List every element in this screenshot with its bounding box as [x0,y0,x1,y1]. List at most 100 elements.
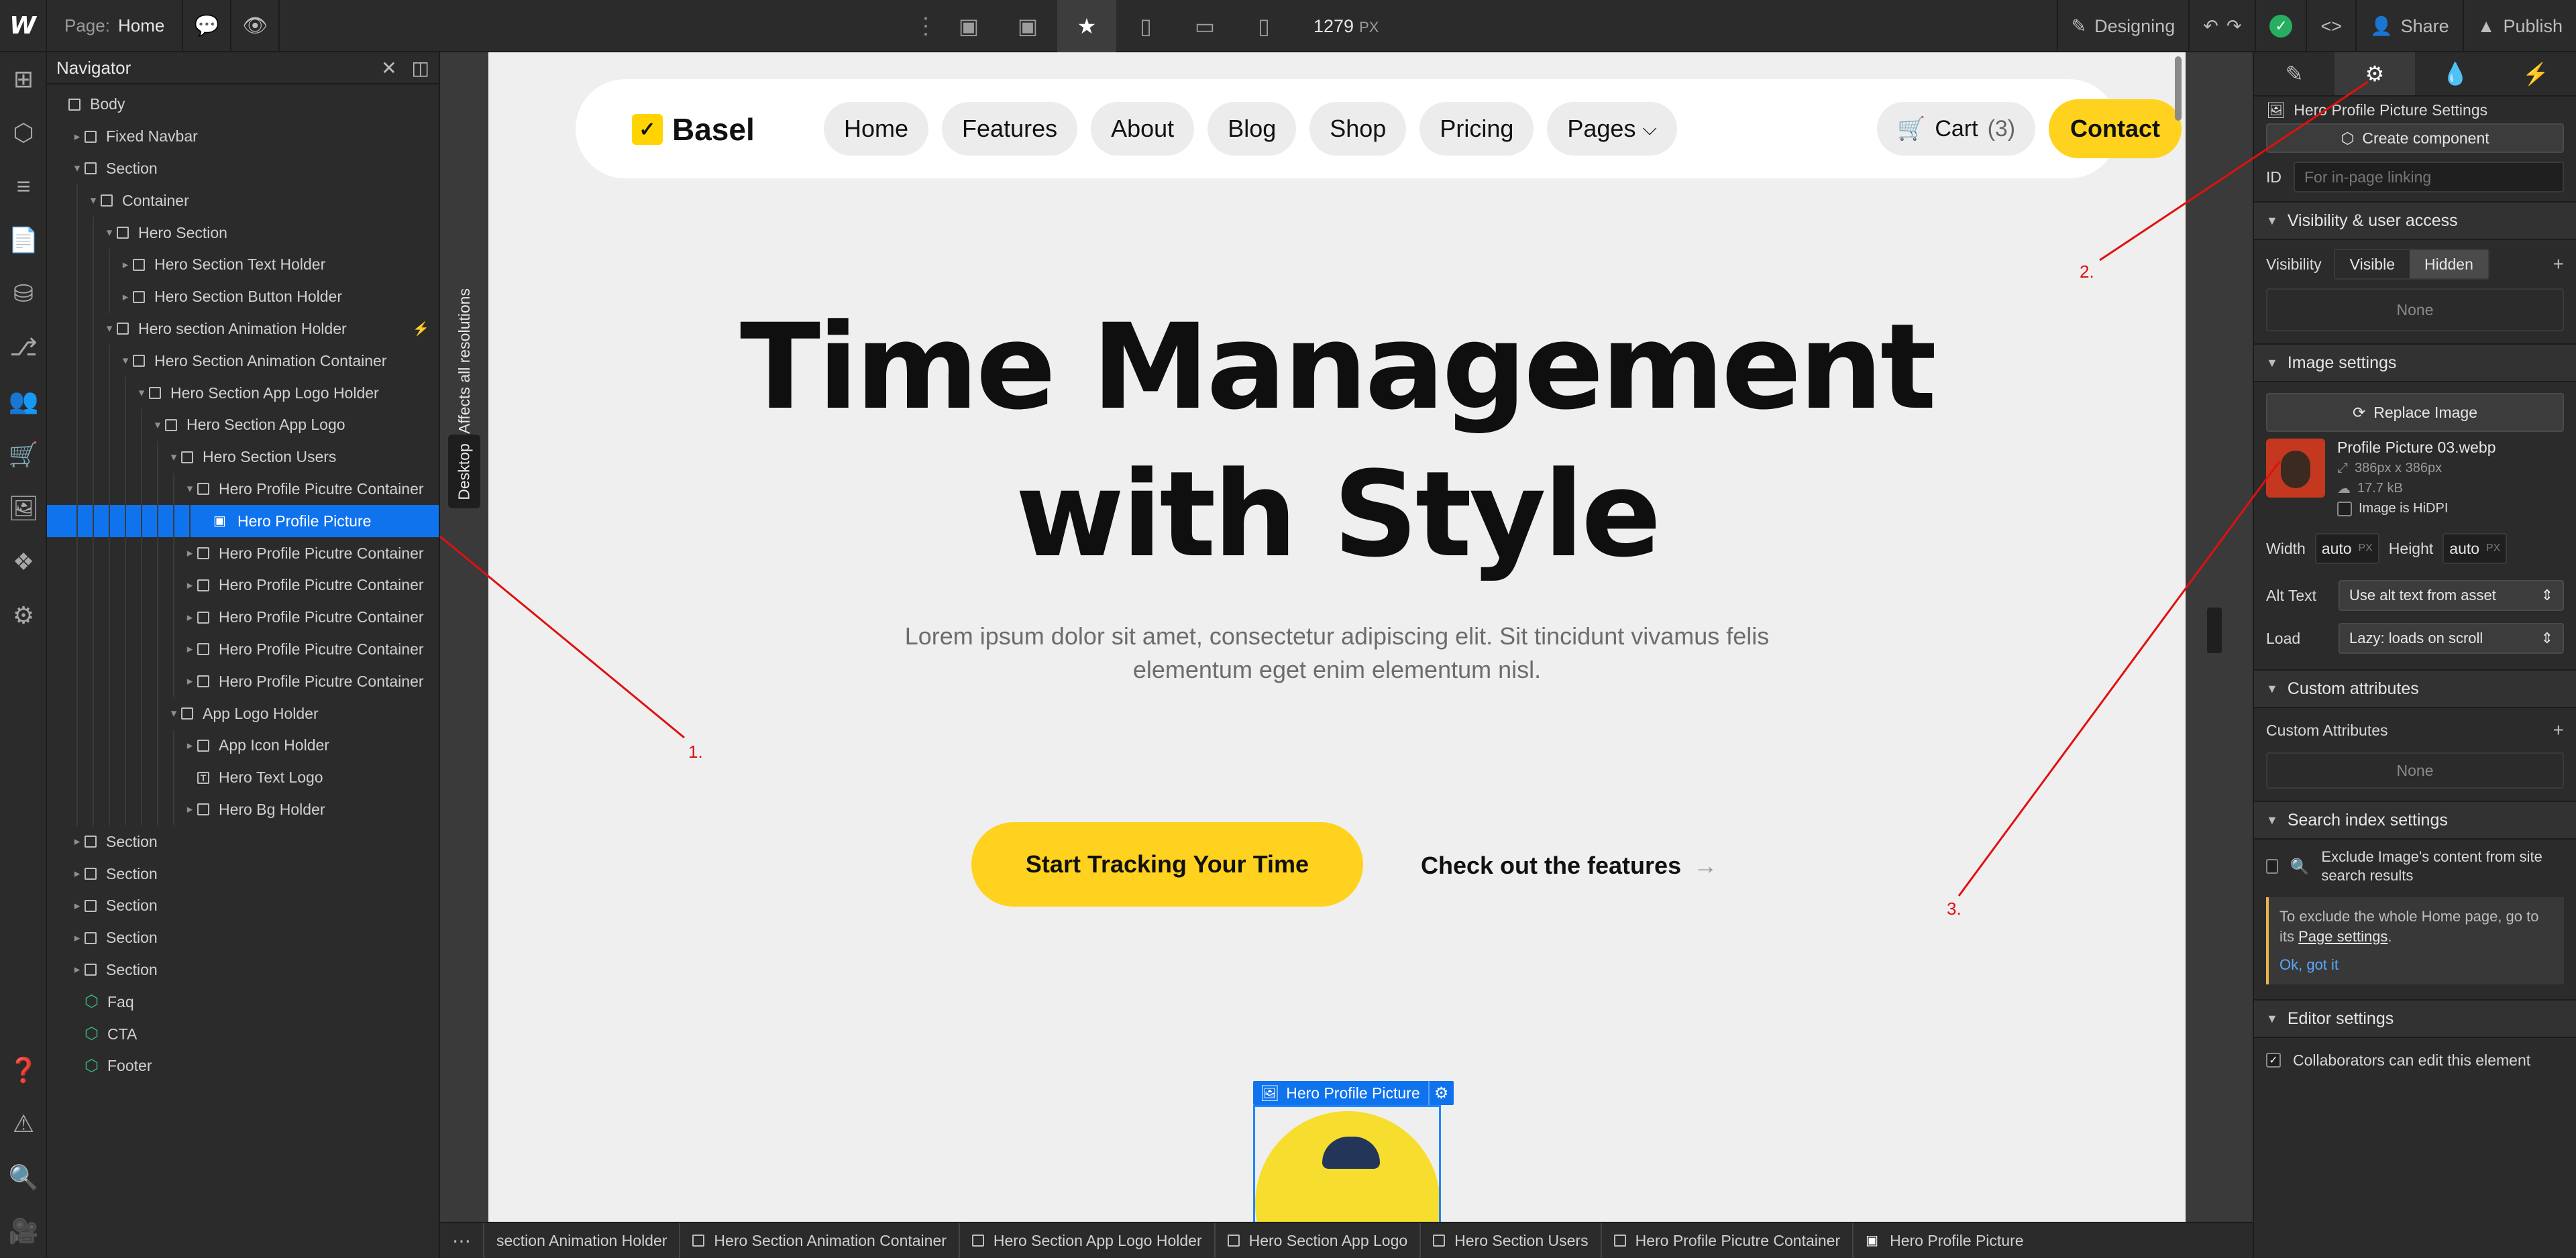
caret-down-icon[interactable]: ▾ [70,162,85,175]
hero-subtitle[interactable]: Lorem ipsum dolor sit amet, consectetur … [904,620,1770,687]
collaborators-checkbox[interactable]: ✓ [2266,1053,2281,1068]
visibility-section-header[interactable]: ▼ Visibility & user access [2254,201,2576,240]
navigator-item[interactable]: ▸ Section [47,890,439,922]
image-thumbnail[interactable] [2266,439,2325,498]
hidden-option[interactable]: Hidden [2410,250,2488,278]
mode-designing[interactable]: ✎ Designing [2056,0,2189,52]
caret-down-icon[interactable]: ▾ [182,482,197,496]
breakpoint-landscape-icon[interactable]: ▭ [1175,0,1234,52]
breakpoint-desktop-icon[interactable]: ★ [1057,0,1116,52]
caret-right-icon[interactable]: ▸ [70,931,85,945]
add-visibility-icon[interactable]: + [2553,253,2564,275]
publish-button[interactable]: ▲ Publish [2462,0,2576,52]
navigator-item[interactable]: ▸ Section [47,825,439,858]
ecommerce-icon[interactable]: 🛒 [0,428,47,481]
navigator-item[interactable]: ▾ Hero Section [47,217,439,249]
caret-right-icon[interactable]: ▸ [118,258,133,272]
navigator-item[interactable]: ▸ Hero Bg Holder [47,793,439,826]
breadcrumb-item[interactable]: Hero Section Animation Container [679,1223,958,1258]
navigator-item[interactable]: ▸ Section [47,954,439,986]
caret-down-icon[interactable]: ▾ [86,194,101,207]
comments-icon[interactable]: 💬 [183,0,232,52]
page-selector[interactable]: Page: Home [47,0,184,52]
navigator-item[interactable]: ▸ Section [47,922,439,954]
caret-down-icon[interactable]: ▾ [118,354,133,367]
element-settings-gear-icon[interactable]: ⚙ [1430,1084,1454,1103]
caret-right-icon[interactable]: ▸ [182,611,197,624]
selected-element-tag[interactable]: 🖼 Hero Profile Picture ⚙ [1253,1081,1454,1105]
caret-down-icon[interactable]: ▾ [102,322,117,335]
navigator-item[interactable]: ▣ Hero Profile Picture [47,505,439,538]
caret-down-icon[interactable]: ▾ [102,226,117,239]
settings-icon[interactable]: ⚙ [0,589,47,642]
cms-icon[interactable]: ⛁ [0,267,47,321]
caret-right-icon[interactable]: ▸ [70,899,85,913]
breakpoint-mobile-icon[interactable]: ▯ [1234,0,1293,52]
redo-icon[interactable]: ↷ [2226,16,2242,37]
desktop-label[interactable]: Desktop [448,435,480,508]
image-settings-header[interactable]: ▼ Image settings [2254,343,2576,382]
status-check[interactable]: ✓ [2255,0,2306,52]
assets-icon[interactable]: 🖼 [0,481,47,535]
visible-option[interactable]: Visible [2335,250,2410,278]
breadcrumb-item[interactable]: Hero Section App Logo Holder [958,1223,1214,1258]
style-tab-brush-icon[interactable]: ✎ [2254,52,2334,95]
navigator-item[interactable]: ▸ Section [47,858,439,890]
create-component-button[interactable]: ⬡ Create component [2266,123,2564,153]
caret-right-icon[interactable]: ▸ [70,963,85,976]
navigator-item[interactable]: ⬡ CTA [47,1018,439,1050]
video-icon[interactable]: 🎥 [0,1204,47,1258]
breadcrumb-item[interactable]: ▣ Hero Profile Picture [1852,1223,2035,1258]
navigator-item[interactable]: ▸ App Icon Holder [47,729,439,762]
search-icon[interactable]: 🔍 [0,1151,47,1204]
hero-heading[interactable]: Time Management with Style [488,294,2186,589]
site-brand[interactable]: ✓ Basel [632,111,755,148]
id-input[interactable]: For in-page linking [2294,162,2564,192]
replace-image-button[interactable]: ⟳ Replace Image [2266,393,2564,432]
navigator-item[interactable]: ▸ Hero Profile Picutre Container [47,665,439,698]
design-canvas[interactable]: ✓ Basel Home Features About Blog Shop Pricing… [488,52,2253,1222]
caret-down-icon[interactable]: ▾ [134,386,149,400]
breadcrumb-item[interactable]: Hero Section Users [1419,1223,1600,1258]
load-select[interactable]: Lazy: loads on scroll ⇕ [2339,623,2564,654]
webflow-logo[interactable]: W [0,0,47,52]
hidpi-checkbox[interactable] [2337,501,2352,516]
contact-button[interactable]: Contact [2049,99,2182,158]
navigator-item[interactable]: ▸ Hero Profile Picutre Container [47,601,439,634]
caret-down-icon[interactable]: ▾ [166,451,181,464]
caret-right-icon[interactable]: ▸ [182,803,197,816]
add-panel-icon[interactable]: ⊞ [0,52,47,106]
share-button[interactable]: 👤 Share [2355,0,2463,52]
apps-icon[interactable]: ❖ [0,535,47,589]
navigator-item[interactable]: ▸ Hero Profile Picutre Container [47,537,439,569]
caret-down-icon[interactable]: ▾ [150,418,165,432]
collapse-all-icon[interactable]: ✕ [381,57,396,79]
site-nav-link[interactable]: Shop [1309,102,1407,156]
page-settings-link[interactable]: Page settings [2298,928,2387,945]
caret-right-icon[interactable]: ▸ [182,739,197,752]
navigator-item[interactable]: ▾ Hero Section Animation Container [47,345,439,378]
navigator-item[interactable]: ▾ Hero section Animation Holder ⚡ [47,312,439,345]
site-nav-link[interactable]: Blog [1208,102,1297,156]
breadcrumb-item[interactable]: Hero Section App Logo [1214,1223,1420,1258]
navigator-item[interactable]: ▸ Hero Section Text Holder [47,248,439,281]
selected-profile-picture[interactable] [1253,1105,1441,1222]
navigator-item[interactable]: ▾ Hero Section App Logo [47,408,439,441]
breadcrumb-item[interactable]: Hero Profile Picutre Container [1600,1223,1853,1258]
navigator-item[interactable]: ▾ App Logo Holder [47,697,439,730]
canvas-scrollbar[interactable] [2175,56,2182,121]
height-input[interactable]: auto PX [2443,533,2508,564]
navigator-item[interactable]: T Hero Text Logo [47,761,439,794]
breakpoint-tablet-icon[interactable]: ▯ [1116,0,1175,52]
navigator-item[interactable]: ▸ Hero Profile Picutre Container [47,569,439,602]
navigator-item[interactable]: ⬡ Faq [47,986,439,1018]
start-tracking-button[interactable]: Start Tracking Your Time [971,822,1363,907]
cart-button[interactable]: 🛒 Cart (3) [1877,102,2036,156]
help-icon[interactable]: ❓ [0,1043,47,1097]
more-breakpoints-icon[interactable]: ⋮ [912,13,939,40]
canvas-resize-handle[interactable] [2207,608,2222,653]
custom-attributes-header[interactable]: ▼ Custom attributes [2254,669,2576,708]
add-attribute-icon[interactable]: + [2553,720,2564,741]
breadcrumb-item[interactable]: section Animation Holder [483,1223,679,1258]
caret-right-icon[interactable]: ▸ [118,290,133,304]
